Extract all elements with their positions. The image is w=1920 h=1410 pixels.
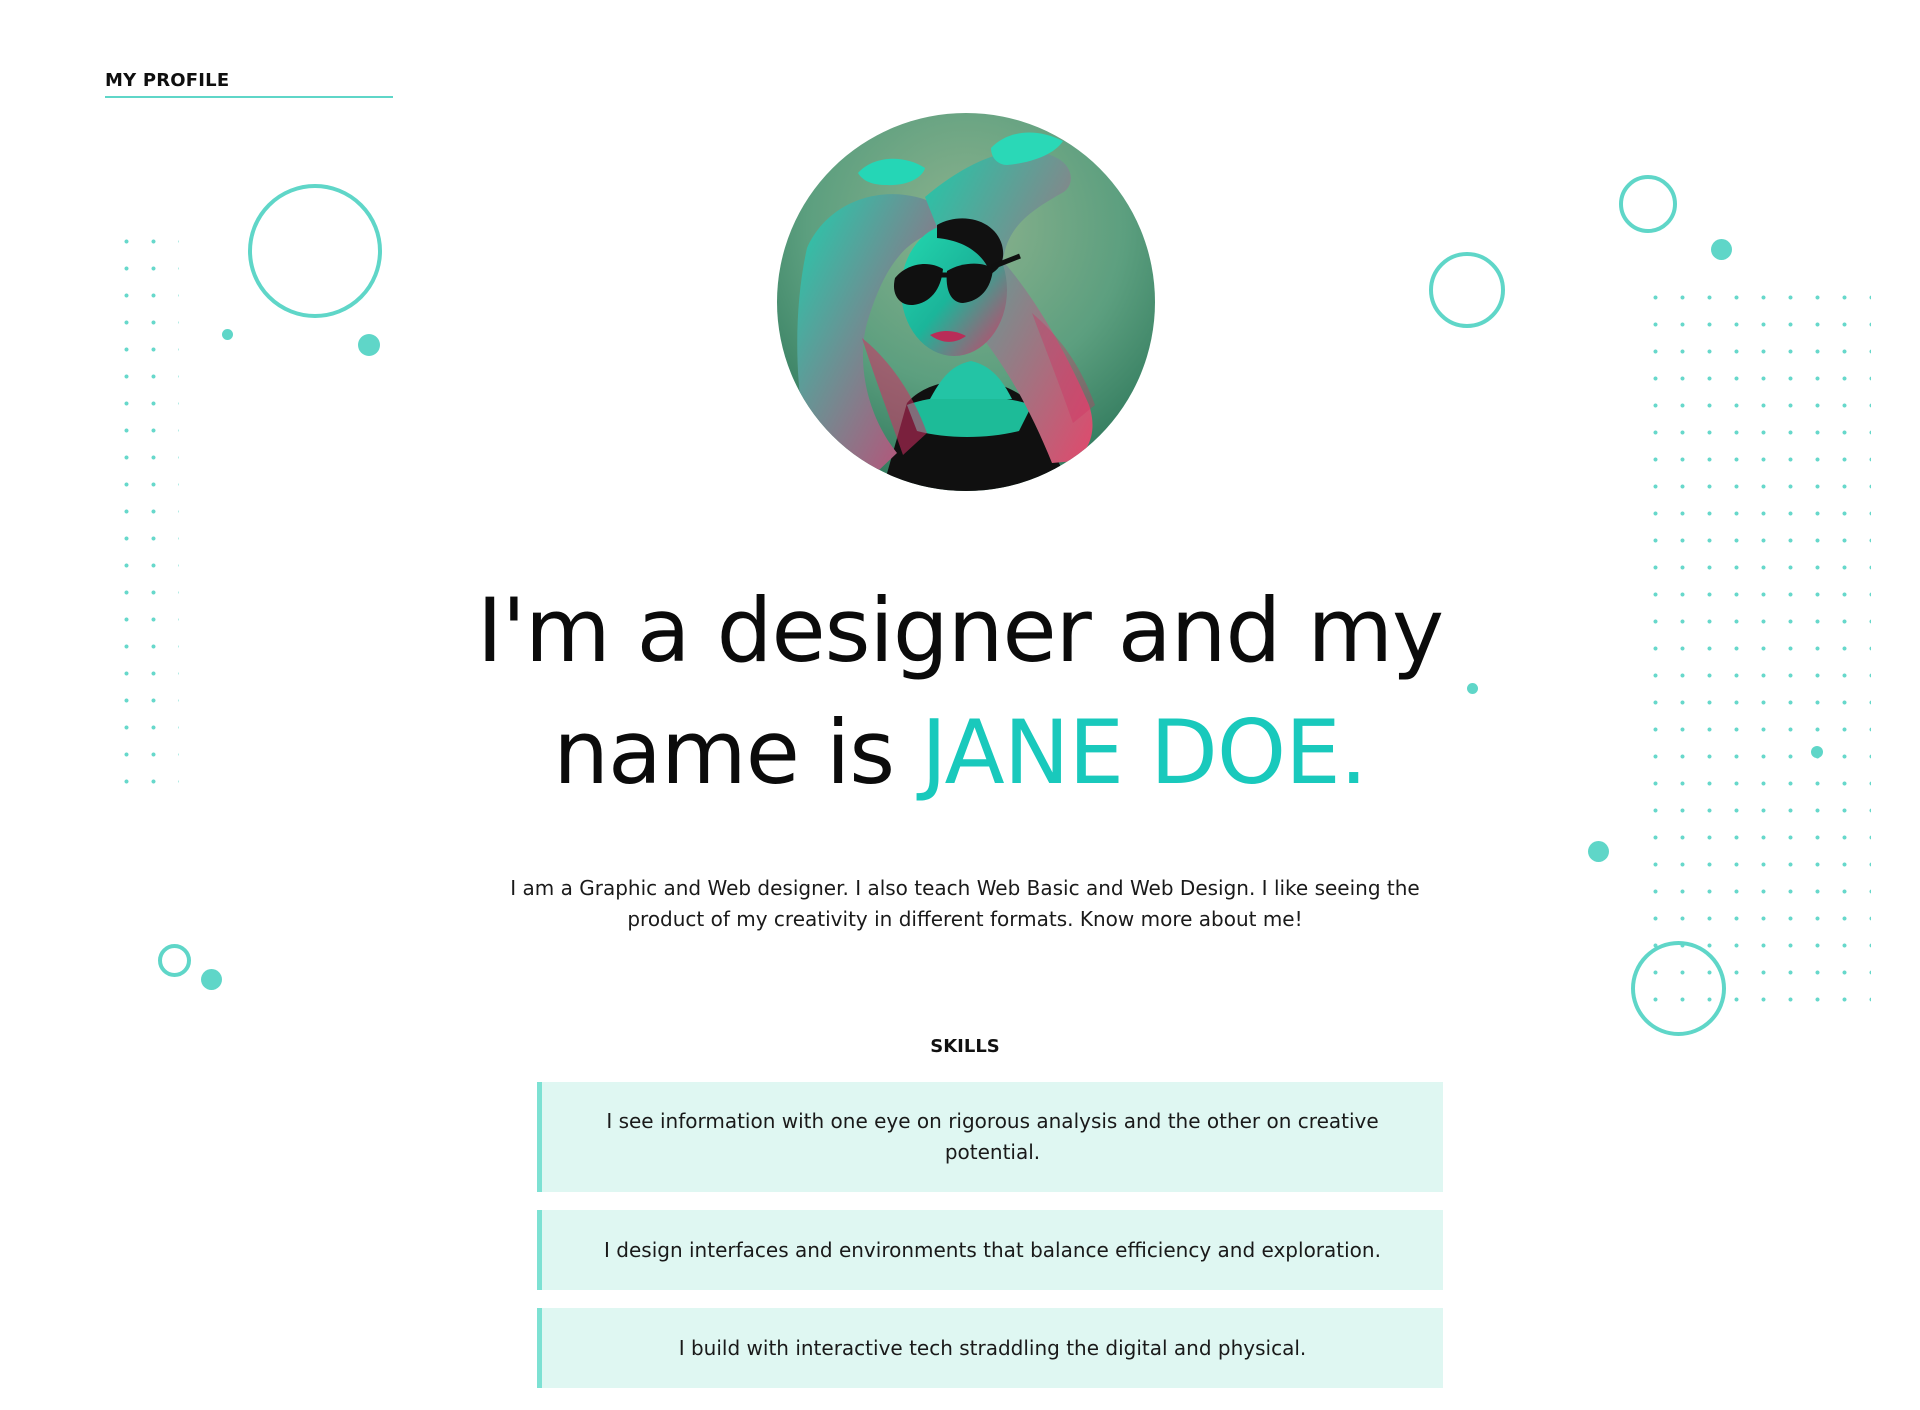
decorative-ring-top-right (1619, 175, 1677, 233)
right-dot-grid (1642, 284, 1871, 1020)
page-title: MY PROFILE (105, 70, 230, 91)
decorative-dot-left-bottom (201, 969, 222, 990)
left-dot-grid (113, 228, 179, 803)
skill-text-2: I design interfaces and environments tha… (604, 1237, 1381, 1262)
decorative-dot-left-small (222, 329, 233, 340)
skill-text-1: I see information with one eye on rigoro… (606, 1109, 1379, 1164)
decorative-ring-bottom-right (1631, 941, 1726, 1036)
decorative-ring-mid-right (1429, 252, 1505, 328)
skill-card-1: I see information with one eye on rigoro… (537, 1082, 1443, 1192)
decorative-ring-large-left (248, 184, 382, 318)
decorative-ring-small-left (158, 944, 191, 977)
portrait-icon (777, 113, 1155, 491)
headline-line-1: I'm a designer and my (476, 579, 1444, 682)
decorative-dot-top-right (1711, 239, 1732, 260)
profile-avatar (777, 113, 1155, 491)
title-underline (105, 96, 393, 98)
skill-card-2: I design interfaces and environments tha… (537, 1210, 1443, 1290)
skill-text-3: I build with interactive tech straddling… (678, 1335, 1307, 1360)
decorative-dot-left-medium (358, 334, 380, 356)
decorative-dot-right-grid (1811, 746, 1823, 758)
hero-headline: I'm a designer and my name is JANE DOE. (440, 570, 1480, 814)
intro-paragraph: I am a Graphic and Web designer. I also … (510, 876, 1420, 931)
skills-heading: SKILLS (930, 1036, 1000, 1057)
decorative-dot-bottom-right (1588, 841, 1609, 862)
skill-card-3: I build with interactive tech straddling… (537, 1308, 1443, 1388)
headline-name: JANE DOE. (921, 701, 1368, 804)
headline-line-2-prefix: name is (553, 701, 922, 804)
